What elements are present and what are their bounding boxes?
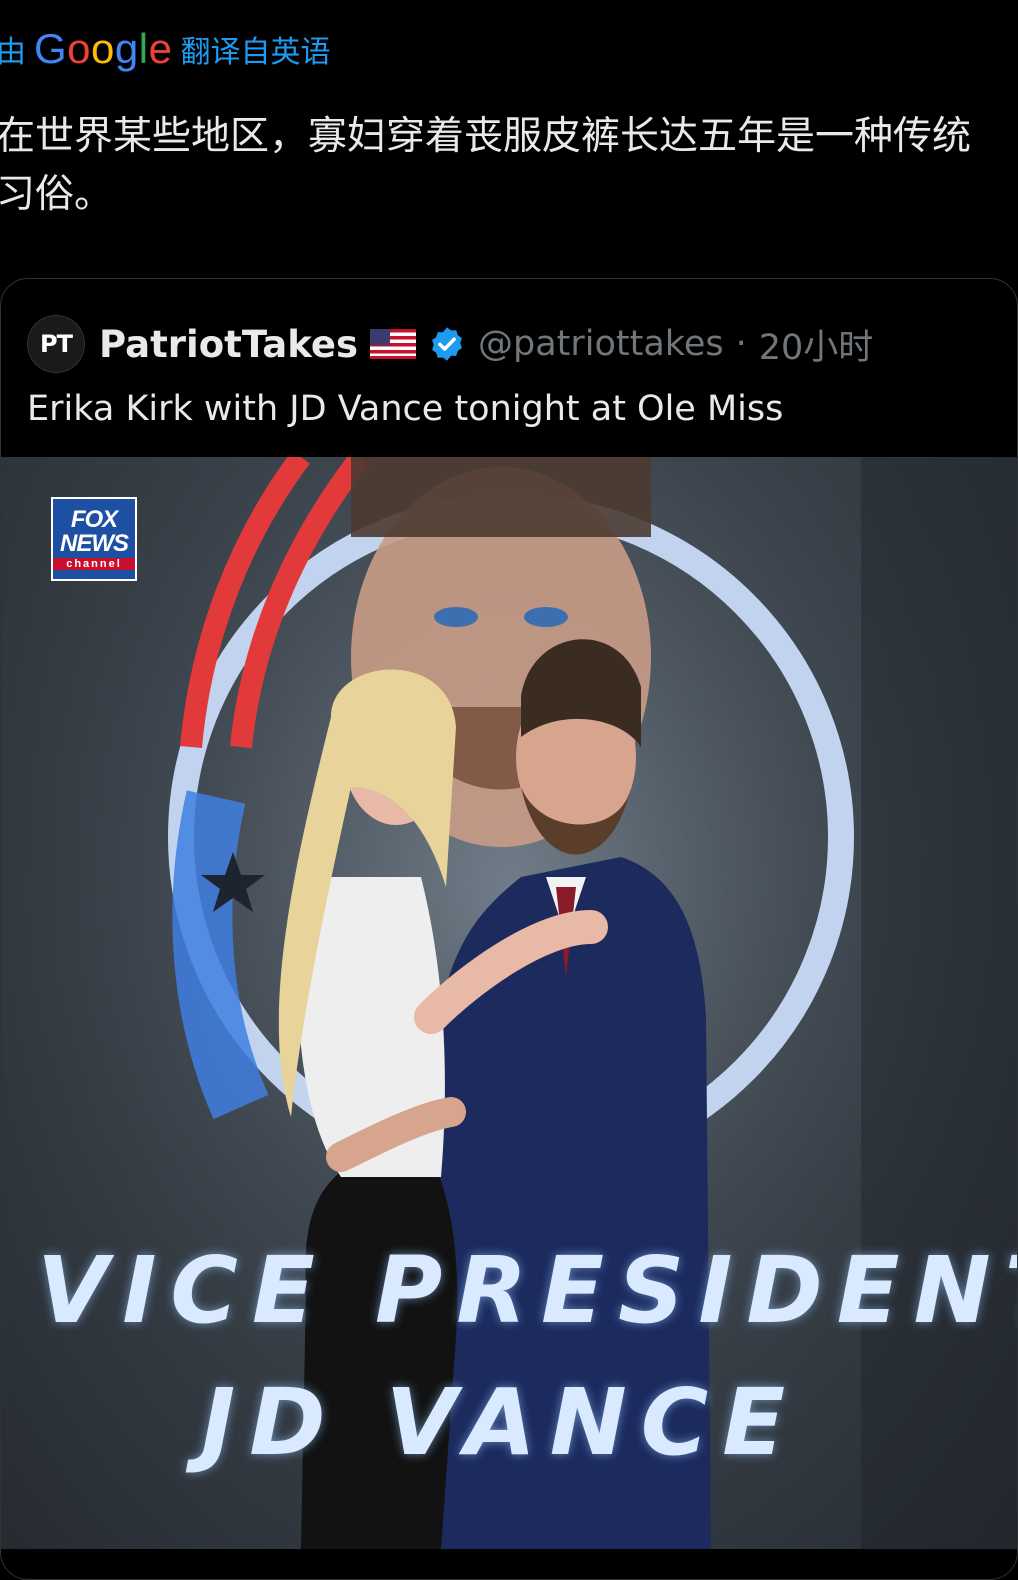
- google-logo: Google: [34, 25, 172, 73]
- google-letter: e: [148, 25, 173, 72]
- banner-line-1: VICE PRESIDENT: [37, 1237, 1018, 1344]
- translation-bar[interactable]: 由 Google 翻译自英语: [0, 24, 330, 74]
- translation-prefix: 由: [0, 35, 26, 70]
- separator-dot: ·: [735, 324, 747, 364]
- translated-post-text: 在世界某些地区，寡妇穿着丧服皮裤长达五年是一种传统 习俗。: [0, 114, 972, 217]
- google-letter: G: [34, 25, 68, 72]
- google-letter: g: [114, 25, 139, 72]
- google-letter: o: [67, 25, 92, 72]
- flag-us-icon: [369, 329, 416, 359]
- quoted-tweet-header: PT PatriotTakes @patriottakes · 20小时: [27, 313, 873, 375]
- display-name[interactable]: PatriotTakes: [99, 323, 358, 366]
- quoted-tweet-card[interactable]: PT PatriotTakes @patriottakes · 20小时 Eri…: [0, 278, 1018, 1580]
- google-letter: o: [91, 25, 115, 72]
- fox-logo-line: NEWS: [60, 530, 129, 557]
- avatar[interactable]: PT: [27, 315, 85, 373]
- fox-news-logo: FOX NEWS channel: [51, 497, 137, 581]
- handle[interactable]: @patriottakes: [478, 324, 724, 364]
- timestamp[interactable]: 20小时: [759, 319, 874, 370]
- verified-badge-icon: [428, 325, 466, 363]
- tweet-photo[interactable]: FOX NEWS channel VICE PRESIDENT JD VANCE: [1, 457, 1018, 1549]
- avatar-text: PT: [40, 330, 73, 358]
- banner-line-2: JD VANCE: [201, 1369, 800, 1476]
- fox-logo-channel: channel: [53, 558, 135, 570]
- translation-label: 翻译自英语: [180, 35, 331, 70]
- quoted-tweet-text: Erika Kirk with JD Vance tonight at Ole …: [27, 389, 784, 429]
- fox-logo-line: FOX: [70, 506, 118, 533]
- google-letter: l: [138, 25, 149, 72]
